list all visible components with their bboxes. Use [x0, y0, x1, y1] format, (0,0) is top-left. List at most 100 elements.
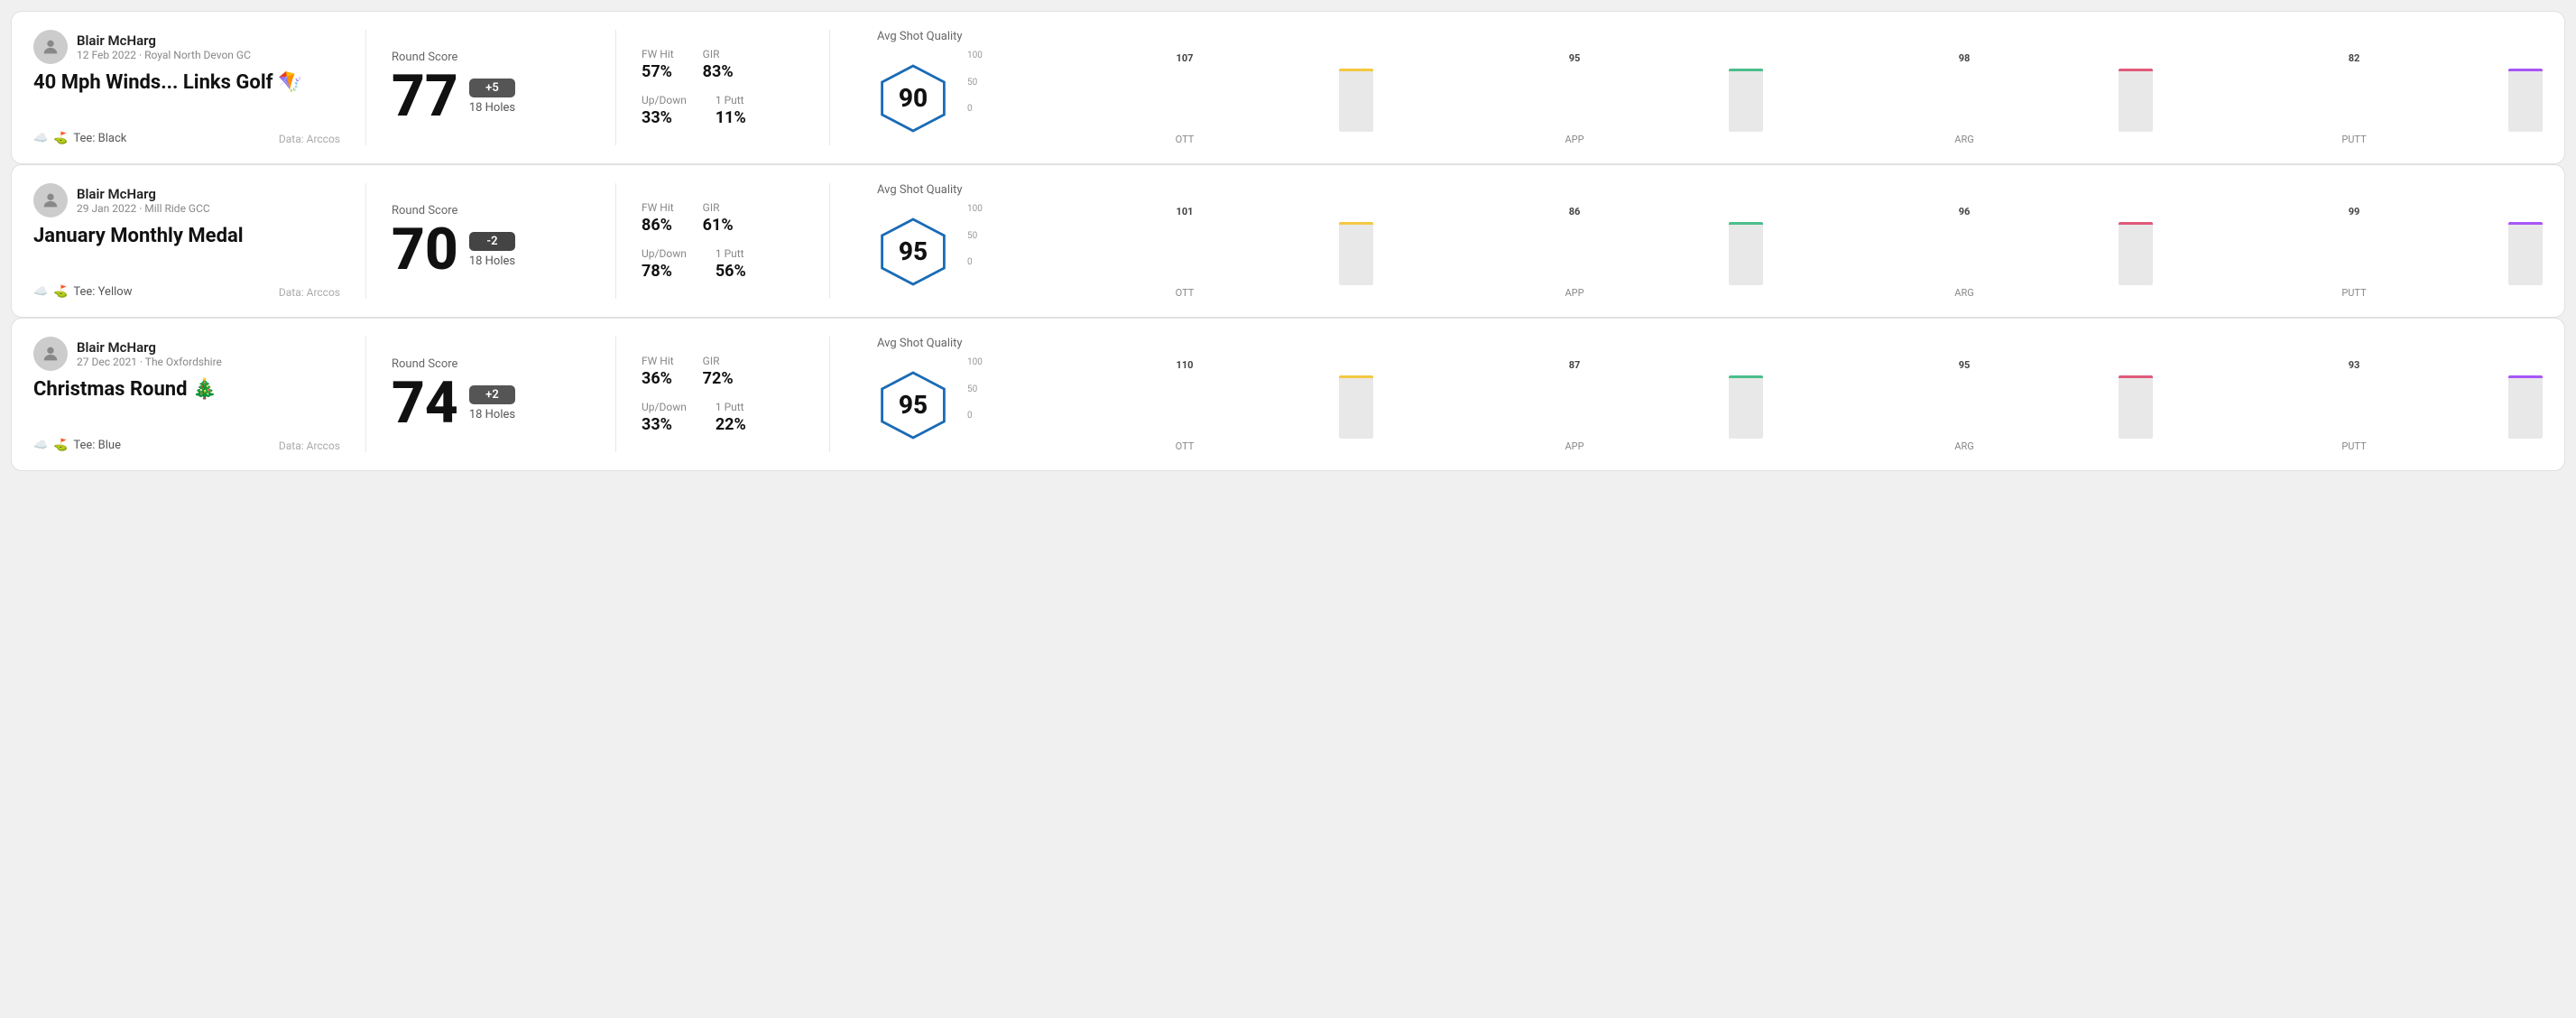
stat-gir-2: GIR 61% — [703, 201, 734, 235]
quality-label-3: Avg Shot Quality — [877, 337, 2543, 350]
data-source-1: Data: Arccos — [279, 133, 340, 145]
tee-icon-2: ⛳ — [53, 285, 68, 299]
round-title-1: 40 Mph Winds... Links Golf 🪁 — [33, 71, 340, 94]
stat-oneputt-3: 1 Putt 22% — [716, 401, 746, 434]
stat-oneputt-2: 1 Putt 56% — [716, 247, 746, 281]
card-left-3: Blair McHarg 27 Dec 2021 · The Oxfordshi… — [33, 337, 340, 452]
user-details-1: Blair McHarg 12 Feb 2022 · Royal North D… — [77, 32, 251, 61]
score-number-1: 77 — [392, 68, 458, 125]
tee-info-3: ☁️ ⛳ Tee: Blue — [33, 439, 121, 452]
hexagon-wrapper-2: 95 — [877, 216, 949, 288]
user-info-3: Blair McHarg 27 Dec 2021 · The Oxfordshi… — [33, 337, 340, 371]
stat-fw-hit-label-1: FW Hit — [642, 48, 674, 60]
round-card-2: Blair McHarg 29 Jan 2022 · Mill Ride GCC… — [11, 164, 2565, 318]
hexagon-1: 90 — [877, 62, 949, 134]
stat-updown-label-1: Up/Down — [642, 94, 687, 106]
avatar-1 — [33, 30, 68, 64]
stats-row-bot-2: Up/Down 78% 1 Putt 56% — [642, 247, 804, 281]
stat-updown-value-1: 33% — [642, 108, 687, 127]
divider-right-1 — [829, 30, 830, 145]
user-meta-3: 27 Dec 2021 · The Oxfordshire — [77, 356, 222, 368]
person-icon — [41, 37, 60, 57]
user-details-2: Blair McHarg 29 Jan 2022 · Mill Ride GCC — [77, 186, 210, 215]
card-left-2: Blair McHarg 29 Jan 2022 · Mill Ride GCC… — [33, 183, 340, 299]
score-row-3: 74 +2 18 Holes — [392, 375, 590, 432]
stat-gir-value-3: 72% — [703, 369, 734, 388]
stats-row-top-1: FW Hit 57% GIR 83% — [642, 48, 804, 81]
divider-mid-2 — [615, 183, 616, 299]
stat-oneputt-1: 1 Putt 11% — [716, 94, 746, 127]
stat-gir-1: GIR 83% — [703, 48, 734, 81]
stat-gir-3: GIR 72% — [703, 355, 734, 388]
divider-mid-3 — [615, 337, 616, 452]
stat-fw-hit-label-2: FW Hit — [642, 201, 674, 214]
stat-gir-label-2: GIR — [703, 201, 734, 214]
stat-updown-3: Up/Down 33% — [642, 401, 687, 434]
user-meta-1: 12 Feb 2022 · Royal North Devon GC — [77, 49, 251, 61]
score-section-2: Round Score 70 -2 18 Holes — [392, 183, 590, 299]
divider-right-2 — [829, 183, 830, 299]
stat-gir-value-1: 83% — [703, 62, 734, 81]
user-details-3: Blair McHarg 27 Dec 2021 · The Oxfordshi… — [77, 339, 222, 368]
score-badge-col-1: +5 18 Holes — [469, 79, 515, 115]
quality-col-2: Avg Shot Quality 95 100 50 0 — [877, 183, 2543, 299]
divider-left-2 — [365, 183, 366, 299]
quality-section-1: Avg Shot Quality 90 100 50 0 — [855, 30, 2543, 145]
round-card-3: Blair McHarg 27 Dec 2021 · The Oxfordshi… — [11, 318, 2565, 471]
quality-section-3: Avg Shot Quality 95 100 50 0 — [855, 337, 2543, 452]
quality-col-3: Avg Shot Quality 95 100 50 0 — [877, 337, 2543, 452]
stat-oneputt-value-3: 22% — [716, 415, 746, 434]
stats-row-top-2: FW Hit 86% GIR 61% — [642, 201, 804, 235]
stat-updown-2: Up/Down 78% — [642, 247, 687, 281]
score-number-3: 74 — [392, 375, 458, 432]
stats-section-3: FW Hit 36% GIR 72% Up/Down 33% 1 Putt 22… — [642, 337, 804, 452]
hexagon-2: 95 — [877, 216, 949, 288]
stats-section-1: FW Hit 57% GIR 83% Up/Down 33% 1 Putt 11… — [642, 30, 804, 145]
score-badge-2: -2 — [469, 232, 515, 251]
stat-fw-hit-2: FW Hit 86% — [642, 201, 674, 235]
avatar-2 — [33, 183, 68, 217]
score-number-2: 70 — [392, 221, 458, 279]
round-title-3: Christmas Round 🎄 — [33, 378, 340, 401]
stat-updown-label-2: Up/Down — [642, 247, 687, 260]
hexagon-value-2: 95 — [899, 236, 928, 266]
person-icon — [41, 190, 60, 210]
stat-oneputt-value-1: 11% — [716, 108, 746, 127]
score-holes-1: 18 Holes — [469, 101, 515, 115]
stat-updown-1: Up/Down 33% — [642, 94, 687, 127]
weather-icon-2: ☁️ — [33, 285, 48, 299]
divider-left-1 — [365, 30, 366, 145]
stat-updown-label-3: Up/Down — [642, 401, 687, 413]
stat-oneputt-label-3: 1 Putt — [716, 401, 746, 413]
score-badge-col-3: +2 18 Holes — [469, 385, 515, 421]
stat-fw-hit-label-3: FW Hit — [642, 355, 674, 367]
tee-label-3: Tee: Blue — [73, 439, 121, 452]
stat-oneputt-label-2: 1 Putt — [716, 247, 746, 260]
tee-icon-1: ⛳ — [53, 132, 68, 145]
stats-row-bot-3: Up/Down 33% 1 Putt 22% — [642, 401, 804, 434]
divider-mid-1 — [615, 30, 616, 145]
stat-oneputt-value-2: 56% — [716, 262, 746, 281]
score-holes-2: 18 Holes — [469, 255, 515, 268]
stats-row-bot-1: Up/Down 33% 1 Putt 11% — [642, 94, 804, 127]
quality-col-1: Avg Shot Quality 90 100 50 0 — [877, 30, 2543, 145]
hexagon-wrapper-3: 95 — [877, 369, 949, 441]
stat-gir-label-3: GIR — [703, 355, 734, 367]
stat-fw-hit-value-1: 57% — [642, 62, 674, 81]
user-name-3: Blair McHarg — [77, 339, 222, 356]
score-section-1: Round Score 77 +5 18 Holes — [392, 30, 590, 145]
quality-section-2: Avg Shot Quality 95 100 50 0 — [855, 183, 2543, 299]
user-info-2: Blair McHarg 29 Jan 2022 · Mill Ride GCC — [33, 183, 340, 217]
stat-fw-hit-value-2: 86% — [642, 216, 674, 235]
quality-label-2: Avg Shot Quality — [877, 183, 2543, 197]
tee-label-2: Tee: Yellow — [73, 285, 132, 299]
score-holes-3: 18 Holes — [469, 408, 515, 421]
weather-icon-3: ☁️ — [33, 439, 48, 452]
divider-right-3 — [829, 337, 830, 452]
score-row-1: 77 +5 18 Holes — [392, 68, 590, 125]
avatar-3 — [33, 337, 68, 371]
user-info-1: Blair McHarg 12 Feb 2022 · Royal North D… — [33, 30, 340, 64]
user-meta-2: 29 Jan 2022 · Mill Ride GCC — [77, 202, 210, 215]
round-card-1: Blair McHarg 12 Feb 2022 · Royal North D… — [11, 11, 2565, 164]
stat-updown-value-3: 33% — [642, 415, 687, 434]
